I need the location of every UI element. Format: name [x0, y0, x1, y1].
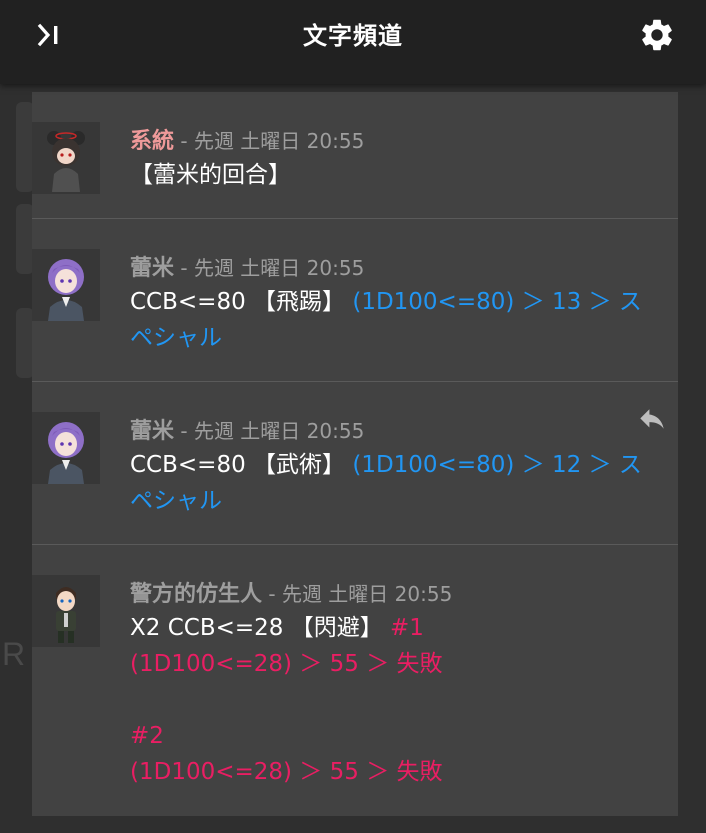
speaker-name: 系統: [130, 129, 175, 154]
gear-icon[interactable]: [638, 16, 676, 54]
dice-command: CCB<=80 【武術】: [130, 452, 353, 478]
message-text: CCB<=80 【飛踢】 (1D100<=80) ＞ 13 ＞ スペシャル: [130, 284, 660, 356]
message-item: 蕾米 - 先週 土曜日 20:55 CCB<=80 【武術】 (1D100<=8…: [32, 381, 678, 545]
message-text: CCB<=80 【武術】 (1D100<=80) ＞ 12 ＞ スペシャル: [130, 447, 660, 519]
channel-title: 文字頻道: [303, 22, 403, 50]
message-header: 蕾米 - 先週 土曜日 20:55: [130, 250, 364, 282]
dice-command: CCB<=80 【飛踢】: [130, 289, 353, 315]
android-officer-avatar: [32, 575, 100, 647]
timestamp: - 先週 土曜日 20:55: [262, 582, 453, 606]
timestamp: - 先週 土曜日 20:55: [174, 129, 365, 153]
speaker-name: 蕾米: [130, 419, 175, 444]
roll-label: #2: [130, 723, 164, 749]
speaker-name: 蕾米: [130, 256, 175, 281]
message-header: 系統 - 先週 土曜日 20:55: [130, 123, 364, 155]
message-header: 警方的仿生人 - 先週 土曜日 20:55: [130, 576, 452, 608]
purple-hair-girl-avatar: [32, 249, 100, 321]
message-header: 蕾米 - 先週 土曜日 20:55: [130, 413, 364, 445]
message-item: 蕾米 - 先週 土曜日 20:55 CCB<=80 【飛踢】 (1D100<=8…: [32, 218, 678, 382]
timestamp: - 先週 土曜日 20:55: [174, 419, 365, 443]
message-item: 系統 - 先週 土曜日 20:55 【蕾米的回合】: [32, 92, 678, 218]
bear-ears-character-avatar: [32, 122, 100, 194]
message-list[interactable]: 系統 - 先週 土曜日 20:55 【蕾米的回合】 蕾米 - 先週 土曜日 20…: [32, 92, 678, 816]
message-text: X2 CCB<=28 【閃避】 #1 (1D100<=28) ＞ 55 ＞ 失敗…: [130, 610, 660, 790]
timestamp: - 先週 土曜日 20:55: [174, 256, 365, 280]
reply-icon[interactable]: [636, 408, 668, 434]
background-letter: R: [2, 636, 26, 672]
dice-result: (1D100<=28) ＞ 55 ＞ 失敗: [130, 651, 443, 677]
dice-command: X2 CCB<=28 【閃避】: [130, 615, 391, 641]
speaker-name: 警方的仿生人: [130, 582, 263, 607]
purple-hair-girl-avatar: [32, 412, 100, 484]
roll-label: #1: [390, 615, 424, 641]
app-bar: 文字頻道: [0, 0, 706, 84]
dice-result: (1D100<=28) ＞ 55 ＞ 失敗: [130, 759, 443, 785]
message-text: 【蕾米的回合】: [130, 162, 291, 188]
message-item: 警方的仿生人 - 先週 土曜日 20:55 X2 CCB<=28 【閃避】 #1…: [32, 544, 678, 817]
